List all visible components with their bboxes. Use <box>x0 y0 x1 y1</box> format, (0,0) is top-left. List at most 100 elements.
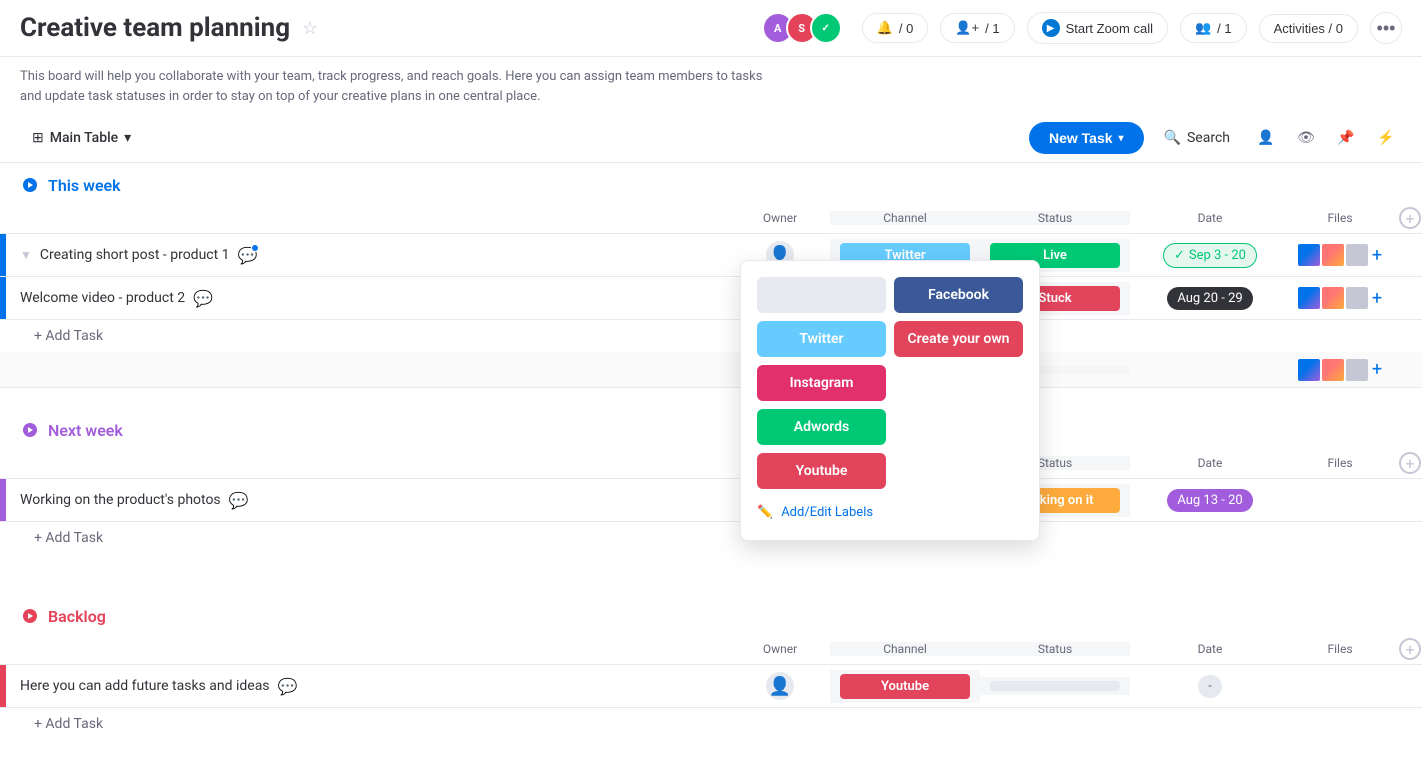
next-week-title: Next week <box>48 421 123 440</box>
filter-button[interactable]: ⚡ <box>1370 122 1402 154</box>
file-thumb-3[interactable] <box>1346 244 1368 266</box>
task-name: Here you can add future tasks and ideas <box>20 678 270 694</box>
person-icon: 👥 <box>1195 20 1211 36</box>
add-file-icon[interactable]: + <box>1372 359 1382 380</box>
chat-icon[interactable]: 💬 <box>238 246 258 265</box>
expand-icon[interactable]: ▼ <box>20 248 32 262</box>
star-icon[interactable]: ☆ <box>302 18 318 39</box>
add-task-row[interactable]: + Add Task <box>0 708 1422 740</box>
file-thumb-1[interactable] <box>1298 244 1320 266</box>
row-status-cell[interactable] <box>980 677 1130 695</box>
person-view-button[interactable]: 👤 <box>1250 122 1282 154</box>
board-title: Creative team planning <box>20 13 290 43</box>
person-view-icon: 👤 <box>1257 130 1274 146</box>
add-task-label: + Add Task <box>34 530 103 546</box>
more-button[interactable]: ••• <box>1370 12 1402 44</box>
add-task-row[interactable]: + Add Task <box>0 320 1422 352</box>
status-tag[interactable] <box>990 681 1120 691</box>
col-status-header: Status <box>980 642 1130 656</box>
pin-button[interactable]: 📌 <box>1330 122 1362 154</box>
dropdown-item-facebook[interactable]: Facebook <box>894 277 1023 313</box>
row-channel-cell[interactable]: Youtube <box>830 670 980 703</box>
col-date-header: Date <box>1130 642 1290 656</box>
activities-button[interactable]: Activities / 0 <box>1259 14 1358 43</box>
task-icons: 💬 <box>278 677 298 696</box>
zoom-button[interactable]: ▶ Start Zoom call <box>1027 12 1168 44</box>
file-thumb[interactable] <box>1298 359 1320 381</box>
col-channel-header: Channel <box>830 211 980 225</box>
table-icon: ⊞ <box>32 130 44 146</box>
file-thumb-3[interactable] <box>1346 359 1368 381</box>
add-column-button[interactable]: + <box>1399 207 1421 229</box>
row-date-cell[interactable]: Aug 13 - 20 <box>1130 489 1290 512</box>
owner-avatar[interactable]: 👤 <box>766 672 794 700</box>
avatar-3[interactable]: ✓ <box>810 12 842 44</box>
next-week-toggle[interactable] <box>20 420 40 440</box>
filter-icon: ⚡ <box>1377 130 1394 146</box>
col-task-header <box>12 645 730 653</box>
date-tag[interactable]: - <box>1198 675 1222 698</box>
table-row: Working on the product's photos 💬 👤 Work… <box>0 479 1422 522</box>
task-name: Working on the product's photos <box>20 492 221 508</box>
chat-icon[interactable]: 💬 <box>229 491 249 510</box>
chat-icon[interactable]: 💬 <box>278 677 298 696</box>
invite-count: / 1 <box>985 21 999 36</box>
this-week-col-headers: Owner Channel Status Date Files + <box>0 203 1422 234</box>
task-icons: 💬 <box>229 491 249 510</box>
backlog-section: Backlog Owner Channel Status Date Files … <box>0 594 1422 740</box>
row-files-cell: + <box>1290 244 1390 266</box>
file-thumb-2[interactable] <box>1322 244 1344 266</box>
backlog-title: Backlog <box>48 607 106 626</box>
this-week-toggle[interactable] <box>20 175 40 195</box>
dropdown-grid: Facebook Twitter Create your own Instagr… <box>757 277 1023 489</box>
add-edit-labels-button[interactable]: ✏️ Add/Edit Labels <box>757 501 1023 524</box>
dropdown-item-twitter[interactable]: Twitter <box>757 321 886 357</box>
new-task-label: New Task <box>1049 130 1113 146</box>
date-tag[interactable]: Aug 13 - 20 <box>1167 489 1252 512</box>
add-column-button[interactable]: + <box>1399 452 1421 474</box>
file-thumb-2[interactable] <box>1322 359 1344 381</box>
dropdown-item-instagram[interactable]: Instagram <box>757 365 886 401</box>
backlog-toggle[interactable] <box>20 606 40 626</box>
channel-tag[interactable]: Youtube <box>840 674 970 699</box>
this-week-section: This week Owner Channel Status Date File… <box>0 163 1422 388</box>
main-table-button[interactable]: ⊞ Main Table ▾ <box>20 124 143 152</box>
add-file-icon[interactable]: + <box>1372 288 1382 309</box>
next-week-section: Next week Owner Channel Status Date File… <box>0 408 1422 574</box>
row-date-cell[interactable]: - <box>1130 675 1290 698</box>
eye-view-button[interactable]: 👁 <box>1290 122 1322 154</box>
this-week-title: This week <box>48 176 121 195</box>
date-tag[interactable]: Aug 20 - 29 <box>1167 287 1252 310</box>
dropdown-item-empty[interactable] <box>757 277 886 313</box>
search-button[interactable]: 🔍 Search <box>1152 124 1242 152</box>
task-icons: 💬 <box>193 289 213 308</box>
dropdown-item-adwords[interactable]: Adwords <box>757 409 886 445</box>
top-bar: Creative team planning ☆ A S ✓ 🔔 / 0 👤+ … <box>0 0 1422 57</box>
file-thumb-3[interactable] <box>1346 287 1368 309</box>
date-tag[interactable]: ✓ Sep 3 - 20 <box>1163 243 1257 268</box>
eye-icon: 👁 <box>1297 130 1315 146</box>
col-owner-header: Owner <box>730 211 830 225</box>
file-thumb-1[interactable] <box>1298 287 1320 309</box>
row-date-cell[interactable]: ✓ Sep 3 - 20 <box>1130 243 1290 268</box>
toolbar: ⊞ Main Table ▾ New Task ▾ 🔍 Search 👤 👁 📌… <box>0 114 1422 163</box>
col-files-header: Files <box>1290 642 1390 656</box>
add-task-row[interactable]: + Add Task <box>0 522 1422 554</box>
file-thumb-2[interactable] <box>1322 287 1344 309</box>
person-button[interactable]: 👥 / 1 <box>1180 13 1247 43</box>
row-date-cell[interactable]: Aug 20 - 29 <box>1130 287 1290 310</box>
bell-button[interactable]: 🔔 / 0 <box>862 13 929 43</box>
chat-icon[interactable]: 💬 <box>193 289 213 308</box>
col-add-header: + <box>1390 452 1422 474</box>
this-week-header: This week <box>0 163 1422 203</box>
add-file-icon[interactable]: + <box>1372 245 1382 266</box>
dropdown-item-youtube[interactable]: Youtube <box>757 453 886 489</box>
search-label: Search <box>1187 130 1230 146</box>
add-column-button[interactable]: + <box>1399 638 1421 660</box>
dropdown-item-create-own[interactable]: Create your own <box>894 321 1023 357</box>
col-date-header: Date <box>1130 211 1290 225</box>
check-icon: ✓ <box>1174 248 1185 263</box>
extra-files: + <box>1290 359 1390 381</box>
new-task-button[interactable]: New Task ▾ <box>1029 122 1144 154</box>
invite-button[interactable]: 👤+ / 1 <box>940 13 1014 43</box>
